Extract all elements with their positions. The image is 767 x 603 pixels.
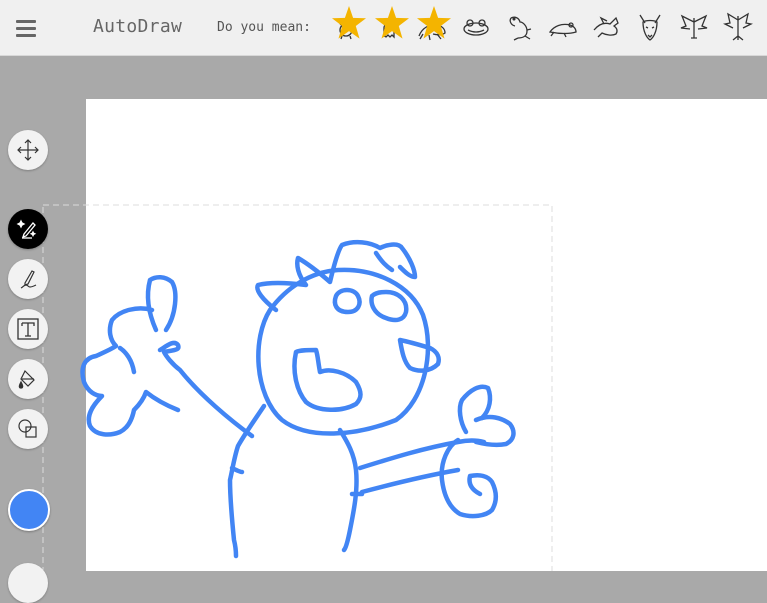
suggestion-cartoon-ghost[interactable]: [373, 6, 409, 44]
move-tool[interactable]: [8, 130, 48, 170]
fill-tool[interactable]: [8, 359, 48, 399]
suggestion-frog-jumping[interactable]: [546, 10, 580, 44]
suggestion-dragon-winged[interactable]: [677, 10, 711, 44]
drawing-canvas[interactable]: [86, 99, 767, 571]
magic-pen-icon: [16, 219, 37, 239]
shapes-icon: [18, 419, 37, 438]
hamburger-menu-icon[interactable]: [13, 16, 39, 40]
frog-sitting-icon: [509, 16, 532, 41]
suggestion-label: Do you mean:: [217, 20, 311, 35]
move-icon: [17, 139, 39, 161]
top-bar: AutoDraw Do you mean:: [0, 0, 767, 56]
frog-face-icon: [463, 19, 489, 36]
draw-tool[interactable]: [8, 259, 48, 299]
suggestion-dragon-head[interactable]: [633, 10, 667, 44]
dragon-flying-icon: [723, 12, 753, 41]
pencil-icon: [20, 270, 37, 289]
autodraw-tool[interactable]: [8, 209, 48, 249]
suggestion-dragon[interactable]: [590, 10, 624, 44]
suggestion-cartoon-creature[interactable]: [330, 6, 366, 44]
dragon-head-icon: [639, 14, 661, 41]
color-picker-button[interactable]: [8, 489, 50, 531]
dragon-winged-icon: [680, 14, 708, 39]
suggestion-frog-face[interactable]: [459, 10, 493, 44]
shape-tool[interactable]: [8, 409, 48, 449]
dragon-icon: [593, 16, 619, 38]
paint-bucket-icon: [18, 369, 35, 389]
star-icon: [375, 6, 409, 39]
undo-button[interactable]: [8, 563, 48, 603]
suggestion-frog[interactable]: [415, 6, 451, 44]
suggestion-dragon-flying[interactable]: [721, 10, 755, 44]
frog-jumping-icon: [548, 22, 577, 38]
text-icon: [17, 318, 39, 340]
star-icon: [417, 6, 451, 39]
star-icon: [332, 6, 366, 39]
type-tool[interactable]: [8, 309, 48, 349]
suggestion-frog-sitting[interactable]: [503, 10, 537, 44]
app-title: AutoDraw: [93, 16, 183, 37]
